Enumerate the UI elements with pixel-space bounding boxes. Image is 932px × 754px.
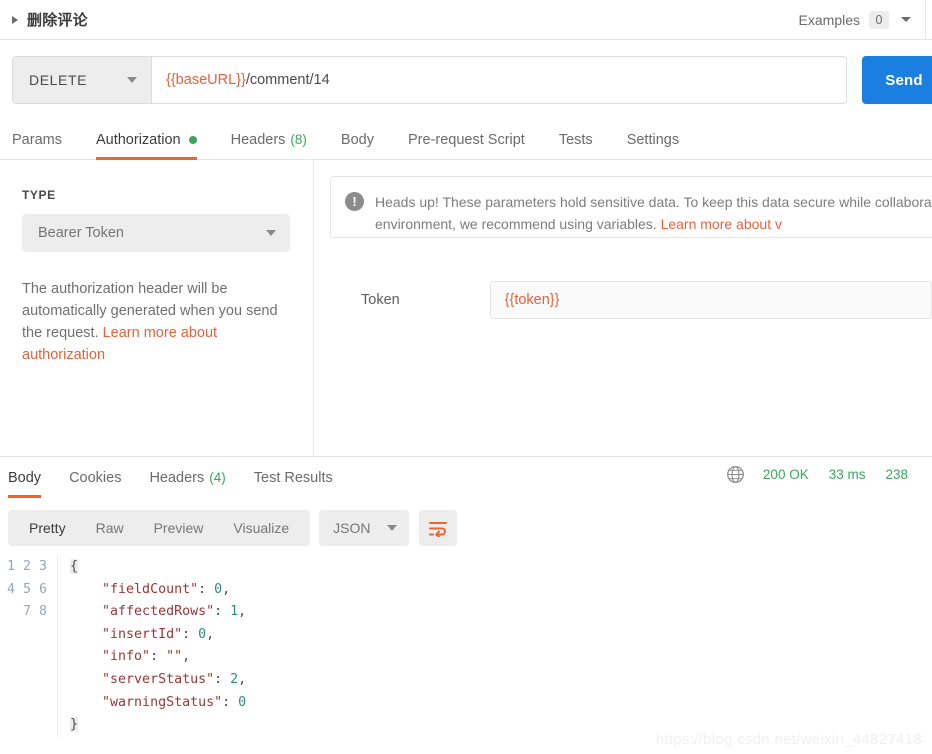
chevron-down-icon[interactable] [266,230,276,236]
token-row: Token {{token}} [330,281,932,319]
titlebar-divider [925,0,926,40]
tab-tests[interactable]: Tests [559,120,593,159]
request-title-group[interactable]: 删除评论 [0,9,88,30]
url-bar-row: DELETE {{baseURL}}/comment/14 [0,40,932,120]
response-tab-body[interactable]: Body [8,458,42,498]
response-status-group: 200 OK 33 ms 238 [726,465,932,484]
authorization-panel: TYPE Bearer Token The authorization head… [0,160,932,456]
chevron-down-icon[interactable] [901,17,911,22]
http-method-value: DELETE [29,72,88,88]
tab-headers[interactable]: Headers (8) [231,120,307,159]
auth-help-text: The authorization header will be automat… [22,278,284,366]
wrap-text-icon [428,521,447,537]
tab-label: Params [12,131,62,148]
request-titlebar: 删除评论 Examples 0 [0,0,932,40]
token-label: Token [361,292,400,308]
token-input[interactable]: {{token}} [489,281,932,319]
language-select[interactable]: JSON [319,510,409,546]
page-title: 删除评论 [27,12,88,29]
sensitive-data-warning: ! Heads up! These parameters hold sensit… [330,176,932,238]
status-dot-icon [188,135,197,144]
exclamation-circle-icon: ! [345,192,364,211]
format-tab-group: Pretty Raw Preview Visualize [8,510,311,546]
json-text: { "fieldCount": 0, "affectedRows": 1, "i… [70,559,247,733]
request-tabs: Params Authorization Headers (8) Body Pr… [0,120,932,160]
line-numbers: 1 2 3 4 5 6 7 8 [6,559,47,620]
tab-label: Cookies [69,469,122,486]
method-url-group: DELETE {{baseURL}}/comment/14 [12,56,847,104]
auth-type-value: Bearer Token [38,225,124,241]
triangle-right-icon[interactable] [12,15,18,24]
tab-settings[interactable]: Settings [627,120,679,159]
tab-authorization[interactable]: Authorization [95,120,197,160]
warning-link[interactable]: Learn more about v [661,216,782,232]
format-tab-visualize[interactable]: Visualize [218,510,304,546]
auth-fields-pane: ! Heads up! These parameters hold sensit… [315,160,932,456]
postman-request-view: 删除评论 Examples 0 DELETE {{baseURL}}/comme… [0,0,932,754]
response-panel: Body Cookies Headers (4) Test Results 20… [0,456,932,754]
chevron-down-icon[interactable] [127,77,137,83]
line-number-gutter: 1 2 3 4 5 6 7 8 [0,556,58,737]
tab-label: Tests [558,131,593,148]
tab-badge: (8) [290,132,307,147]
tab-label: Settings [626,131,680,148]
response-format-toolbar: Pretty Raw Preview Visualize JSON [8,510,932,546]
chevron-down-icon[interactable] [386,525,397,531]
tab-badge: (4) [209,470,226,485]
tab-body[interactable]: Body [341,120,374,159]
response-tab-headers[interactable]: Headers (4) [149,458,225,497]
tab-label: Body [8,469,42,486]
tab-pre-request-script[interactable]: Pre-request Script [408,120,525,159]
response-time: 33 ms [828,467,866,482]
auth-type-label: TYPE [22,188,56,202]
status-code: 200 OK [762,467,809,482]
examples-count-badge: 0 [869,10,889,29]
auth-type-pane: TYPE Bearer Token The authorization head… [0,160,314,456]
tab-label: Test Results [253,469,333,486]
auth-type-select[interactable]: Bearer Token [22,214,290,252]
url-path: /comment/14 [245,72,330,88]
send-button[interactable]: Send [862,56,932,104]
http-method-select[interactable]: DELETE [13,57,152,103]
wrap-text-button[interactable] [418,510,457,546]
examples-label: Examples [798,11,860,28]
format-tab-raw[interactable]: Raw [81,510,139,546]
tab-label: Pre-request Script [407,131,525,148]
response-tab-test-results[interactable]: Test Results [254,458,333,497]
tab-label: Headers [230,131,286,148]
format-tab-preview[interactable]: Preview [139,510,219,546]
warning-message: Heads up! These parameters hold sensitiv… [375,191,932,235]
tab-label: Body [340,131,374,148]
response-tabs: Body Cookies Headers (4) Test Results 20… [0,457,932,498]
response-body-code[interactable]: 1 2 3 4 5 6 7 8 { "fieldCount": 0, "affe… [0,556,932,737]
warning-body: Heads up! These parameters hold sensitiv… [375,194,932,232]
globe-icon [727,466,744,483]
examples-group[interactable]: Examples 0 [798,0,932,40]
response-tab-cookies[interactable]: Cookies [69,458,121,497]
response-size: 238 [885,467,908,482]
url-input[interactable]: {{baseURL}}/comment/14 [152,57,846,103]
watermark: https://blog.csdn.net/weixin_44827418 [655,731,922,748]
tab-label: Authorization [95,131,181,148]
language-value: JSON [333,520,371,536]
format-tab-pretty[interactable]: Pretty [14,510,81,546]
json-body[interactable]: { "fieldCount": 0, "affectedRows": 1, "i… [58,556,246,737]
tab-params[interactable]: Params [12,120,62,159]
url-variable: {{baseURL}} [166,72,246,88]
tab-label: Headers [149,469,205,486]
